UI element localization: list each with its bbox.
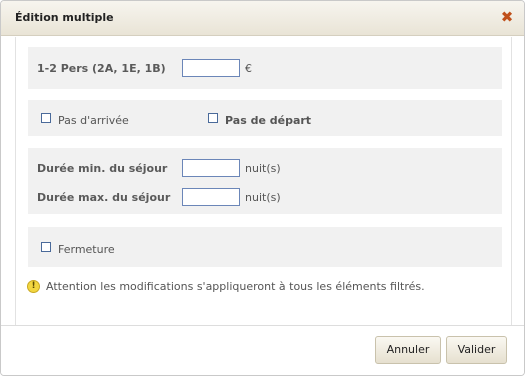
min-stay-unit: nuit(s)	[245, 162, 281, 175]
dialog-footer: Annuler Valider	[1, 325, 524, 375]
edit-dialog: Édition multiple ✖ 1-2 Pers (2A, 1E, 1B)…	[0, 0, 525, 376]
validate-button[interactable]: Valider	[446, 336, 507, 364]
closure-checkbox[interactable]	[41, 242, 51, 252]
price-section: 1-2 Pers (2A, 1E, 1B) €	[28, 47, 502, 89]
warning-text: Attention les modifications s'appliquero…	[46, 280, 425, 293]
price-input[interactable]	[182, 59, 240, 77]
cancel-button[interactable]: Annuler	[375, 336, 441, 364]
dialog-title: Édition multiple	[15, 11, 114, 24]
min-stay-label: Durée min. du séjour	[37, 162, 168, 175]
no-departure-label[interactable]: Pas de départ	[225, 114, 311, 127]
max-stay-unit: nuit(s)	[245, 191, 281, 204]
dialog-titlebar: Édition multiple ✖	[1, 1, 524, 36]
closure-section: Fermeture	[28, 227, 502, 267]
stay-duration-section: Durée min. du séjour nuit(s) Durée max. …	[28, 148, 502, 214]
price-unit: €	[245, 62, 252, 75]
no-arrival-label[interactable]: Pas d'arrivée	[58, 114, 129, 127]
no-arrival-checkbox[interactable]	[41, 113, 51, 123]
dialog-body: 1-2 Pers (2A, 1E, 1B) € Pas d'arrivée Pa…	[15, 37, 512, 325]
closure-label[interactable]: Fermeture	[58, 243, 115, 256]
max-stay-input[interactable]	[182, 188, 240, 206]
close-icon[interactable]: ✖	[499, 9, 515, 25]
no-departure-checkbox[interactable]	[208, 113, 218, 123]
max-stay-label: Durée max. du séjour	[37, 191, 171, 204]
arrival-departure-section: Pas d'arrivée Pas de départ	[28, 100, 502, 136]
price-label: 1-2 Pers (2A, 1E, 1B)	[37, 62, 166, 75]
min-stay-input[interactable]	[182, 159, 240, 177]
warning-icon: !	[27, 280, 40, 293]
